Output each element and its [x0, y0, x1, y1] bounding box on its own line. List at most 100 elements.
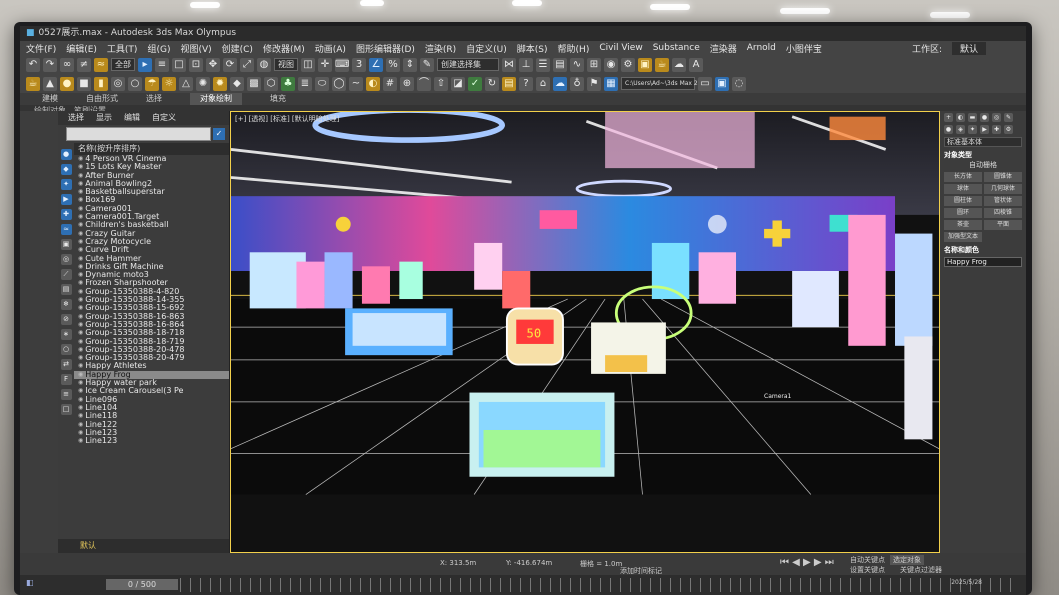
visibility-icon[interactable]: ◉ — [78, 321, 83, 329]
list-item[interactable]: ◉ Group-15350388-15-692 — [74, 304, 229, 312]
reference-coord-select[interactable]: 视图 — [274, 58, 298, 71]
torus-button[interactable]: 圆环 — [944, 208, 982, 218]
visibility-icon[interactable]: ◉ — [78, 180, 83, 188]
redo-icon[interactable]: ↷ — [43, 57, 57, 72]
selection-filter-select[interactable]: 全部 — [111, 58, 135, 71]
tube-icon[interactable]: ◎ — [111, 76, 125, 91]
move-icon[interactable]: ✥ — [206, 57, 220, 72]
menu-help[interactable]: 帮助(H) — [558, 42, 590, 55]
object-name-field[interactable]: Happy Frog — [944, 257, 1022, 267]
percent-snap-icon[interactable]: % — [386, 57, 400, 72]
visibility-icon[interactable]: ◉ — [78, 196, 83, 204]
ribbon-tab-selection[interactable]: 选择 — [146, 93, 162, 105]
gengon-icon[interactable]: ⬡ — [264, 76, 278, 91]
render-setup-icon[interactable]: ⚙ — [621, 57, 635, 72]
checkmark-icon[interactable]: ✓ — [468, 76, 482, 91]
explorer-filter-icon[interactable]: ✓ — [213, 128, 225, 140]
visibility-icon[interactable]: ◉ — [78, 437, 83, 445]
ribbon-tab-populate[interactable]: 填充 — [270, 93, 286, 105]
extrude-icon[interactable]: ⇧ — [434, 76, 448, 91]
light-icon[interactable]: ✹ — [213, 76, 227, 91]
timeline-ticks[interactable] — [180, 578, 1016, 592]
visibility-icon[interactable]: ◉ — [78, 379, 83, 387]
list-item[interactable]: ◉ Cute Hammer — [74, 255, 229, 263]
list-item[interactable]: ◉ Animal Bowling2 — [74, 180, 229, 188]
visibility-icon[interactable]: ◉ — [78, 188, 83, 196]
sphere-button[interactable]: 球体 — [944, 184, 982, 194]
render-frame-icon[interactable]: ▣ — [638, 57, 652, 72]
visibility-icon[interactable]: ◉ — [78, 429, 83, 437]
visibility-icon[interactable]: ◉ — [78, 313, 83, 321]
select-manipulate-icon[interactable]: ✛ — [318, 57, 332, 72]
spinner-snap-icon[interactable]: ⇕ — [403, 57, 417, 72]
folder-icon[interactable]: ▭ — [698, 76, 712, 91]
primitive-type-select[interactable]: 标准基本体 — [944, 137, 1022, 147]
menu-scripting[interactable]: 脚本(S) — [517, 42, 548, 55]
list-item[interactable]: ◉ Line123 — [74, 437, 229, 445]
filter-layer-icon[interactable]: F — [60, 374, 72, 385]
keyboard-shortcut-icon[interactable]: ⌨ — [335, 57, 349, 72]
rollout-name-color[interactable]: 名称和颜色 — [944, 245, 1022, 255]
create-tab-icon[interactable]: + — [944, 113, 953, 122]
menu-create[interactable]: 创建(C) — [222, 42, 253, 55]
list-item[interactable]: ◉ Group-15350388-14-355 — [74, 296, 229, 304]
grid-icon[interactable]: # — [383, 76, 397, 91]
pivot-icon[interactable]: ◫ — [301, 57, 315, 72]
box-button[interactable]: 长方体 — [944, 172, 982, 182]
list-item[interactable]: ◉ Box169 — [74, 196, 229, 204]
filter-none-icon[interactable]: ○ — [60, 344, 72, 355]
list-item[interactable]: ◉ Happy Athletes — [74, 362, 229, 370]
render-cloud-icon[interactable]: ☁ — [672, 57, 686, 72]
cloud-icon[interactable]: ☁ — [553, 76, 567, 91]
align-icon[interactable]: ⊥ — [519, 57, 533, 72]
visibility-icon[interactable]: ◉ — [78, 246, 83, 254]
menu-rendering[interactable]: 渲染(R) — [425, 42, 456, 55]
list-item[interactable]: ◉ Drinks Gift Machine — [74, 263, 229, 271]
list-item[interactable]: ◉ Crazy Motocycle — [74, 238, 229, 246]
cone-button[interactable]: 圆锥体 — [984, 172, 1022, 182]
list-item[interactable]: ◉ Line123 — [74, 429, 229, 437]
spline-icon[interactable]: ~ — [349, 76, 363, 91]
filter-sort-icon[interactable]: ≡ — [60, 389, 72, 400]
pyramid-icon[interactable]: △ — [179, 76, 193, 91]
visibility-icon[interactable]: ◉ — [78, 255, 83, 263]
visibility-icon[interactable]: ◉ — [78, 329, 83, 337]
filter-all-icon[interactable]: ∗ — [60, 329, 72, 340]
filter-bones-icon[interactable]: ⟋ — [60, 269, 72, 280]
ribbon-tab-modeling[interactable]: 建模 — [42, 93, 58, 105]
menu-group[interactable]: 组(G) — [147, 42, 170, 55]
curve-editor-icon[interactable]: ∿ — [570, 57, 584, 72]
geosphere-button[interactable]: 几何球体 — [984, 184, 1022, 194]
shapes-icon[interactable]: ◈ — [956, 125, 965, 134]
explorer-menu-customize[interactable]: 自定义 — [152, 111, 176, 125]
key-filters-button[interactable]: 关键点过滤器 — [900, 565, 942, 575]
autogrid-checkbox[interactable]: 自动栅格 — [944, 160, 1022, 170]
list-item[interactable]: ◉ After Burner — [74, 172, 229, 180]
list-item[interactable]: ◉ Children's basketball — [74, 221, 229, 229]
workspace-select[interactable]: 默认 — [951, 41, 986, 55]
visibility-icon[interactable]: ◉ — [78, 404, 83, 412]
visibility-icon[interactable]: ◉ — [78, 279, 83, 287]
list-item[interactable]: ◉ Group-15350388-16-863 — [74, 313, 229, 321]
a360-icon[interactable]: A — [689, 57, 703, 72]
filter-find-icon[interactable]: □ — [60, 404, 72, 415]
bind-spacewarp-icon[interactable]: ≈ — [94, 57, 108, 72]
stairs-icon[interactable]: ≣ — [298, 76, 312, 91]
menu-modifiers[interactable]: 修改器(M) — [263, 42, 305, 55]
edit-named-sel-icon[interactable]: ✎ — [420, 57, 434, 72]
geometry-icon[interactable]: ● — [944, 125, 953, 134]
selected-dropdown[interactable]: 选定对象 — [890, 555, 924, 565]
visibility-icon[interactable]: ◉ — [78, 163, 83, 171]
refresh-icon[interactable]: ↻ — [485, 76, 499, 91]
set-key-button[interactable]: 设置关键点 — [850, 565, 885, 575]
menu-civil-view[interactable]: Civil View — [599, 43, 642, 53]
list-item[interactable]: ◉ Crazy Guitar — [74, 230, 229, 238]
ribbon-tab-object-paint[interactable]: 对象绘制 — [190, 93, 242, 105]
link-icon[interactable]: ∞ — [60, 57, 74, 72]
plane-button[interactable]: 平面 — [984, 220, 1022, 230]
cylinder-button[interactable]: 圆柱体 — [944, 196, 982, 206]
scale-icon[interactable]: ⤢ — [240, 57, 254, 72]
motion-tab-icon[interactable]: ● — [980, 113, 989, 122]
sun-icon[interactable]: ☼ — [162, 76, 176, 91]
coord-y[interactable]: Y: -416.674m — [506, 559, 552, 567]
